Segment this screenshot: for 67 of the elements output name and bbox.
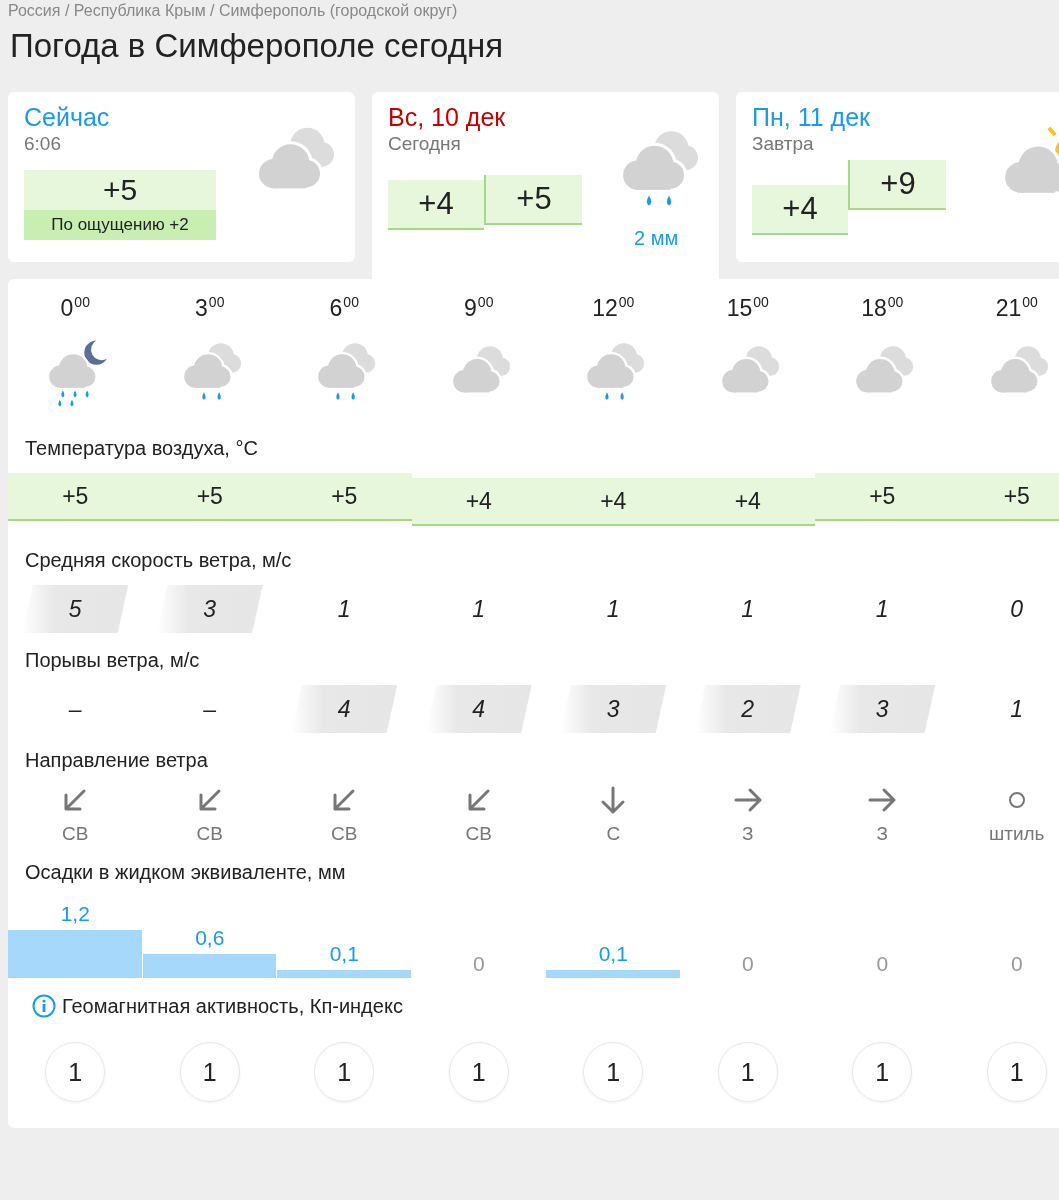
hour-label: 6$^{00}$ [328,295,360,323]
temperature-value: +4 [752,185,848,235]
day-title: Вс, 10 дек [388,102,507,132]
wind-value: 0 [1009,594,1025,624]
section-label: Осадки в жидком эквиваленте, мм [24,860,347,885]
section-label: Геомагнитная активность, Кп-индекс [62,994,403,1018]
wind-direction-label: штиль [988,823,1045,845]
day-card[interactable]: Сейчас 6:06 +5 По ощущению +2 [8,92,355,262]
wind-value: 1 [740,594,756,624]
day-title: Пн, 11 дек [752,102,871,132]
precipitation-amount: 2 мм [634,227,679,250]
temperature-value: +5 [815,473,950,521]
feels-like: По ощущению +2 [24,210,216,240]
section-label: Порывы ветра, м/с [24,648,201,673]
wind-value: – [202,694,218,724]
precipitation-value: 0 [1009,952,1024,976]
temperature-value: +4 [680,478,815,526]
temperature-value: +4 [411,478,546,526]
precipitation-value: 0 [875,952,890,976]
wind-value: 1 [1009,694,1025,724]
temperature-value: +9 [848,160,946,210]
temperature-value: +4 [546,478,681,526]
info-icon[interactable] [32,994,56,1018]
wind-direction-label: СВ [62,823,89,845]
current-temperature: +5 [24,170,216,210]
hour-label: 15$^{00}$ [725,295,770,323]
wind-direction-label: СВ [196,823,223,845]
wind-direction-label: СВ [331,823,358,845]
precipitation-value: 0,1 [597,942,629,966]
wind-value: – [67,694,83,724]
wind-direction-label: З [876,823,888,845]
temperature-value: +5 [8,473,143,521]
kp-index-value: 1 [314,1042,375,1102]
precipitation-value: 0 [740,952,755,976]
temperature-value: +4 [388,180,484,230]
day-subtitle: Сегодня [388,132,462,156]
precipitation-value: 0,6 [194,926,226,950]
hour-label: 18$^{00}$ [860,295,905,323]
day-card[interactable]: Вс, 10 дек Сегодня +4 +5 2 мм [372,92,719,279]
temperature-value: +5 [142,473,277,521]
breadcrumb: Россия / Республика Крым / Симферополь (городской округ) [8,1,459,20]
temperature-value: +5 [949,473,1059,521]
section-label: Направление ветра [24,748,209,773]
day-subtitle: Завтра [752,132,815,156]
temperature-value: +5 [484,175,582,225]
section-label: Средняя скорость ветра, м/с [24,548,293,573]
hour-label: 21$^{00}$ [994,295,1039,323]
wind-direction-label: С [606,823,621,845]
wind-direction-label: СВ [465,823,492,845]
wind-value: 1 [336,594,352,624]
wind-direction-label: З [742,823,754,845]
wind-value: 1 [874,594,890,624]
day-subtitle: 6:06 [24,132,62,156]
hour-label: 9$^{00}$ [463,295,495,323]
hour-label: 3$^{00}$ [194,295,226,323]
hour-label: 12$^{00}$ [591,295,636,323]
hour-label: 0$^{00}$ [59,295,91,323]
section-label: Температура воздуха, °C [24,436,259,461]
precipitation-value: 0,1 [328,942,360,966]
page-title: Погода в Симферополе сегодня [10,26,505,66]
wind-value: 1 [605,594,621,624]
precipitation-value: 0 [471,952,486,976]
wind-value: 1 [471,594,487,624]
precipitation-value: 1,2 [59,902,91,926]
day-title: Сейчас [24,102,111,132]
temperature-value: +5 [277,473,412,521]
day-card[interactable]: Пн, 11 дек Завтра +4 +9 [736,92,1059,262]
